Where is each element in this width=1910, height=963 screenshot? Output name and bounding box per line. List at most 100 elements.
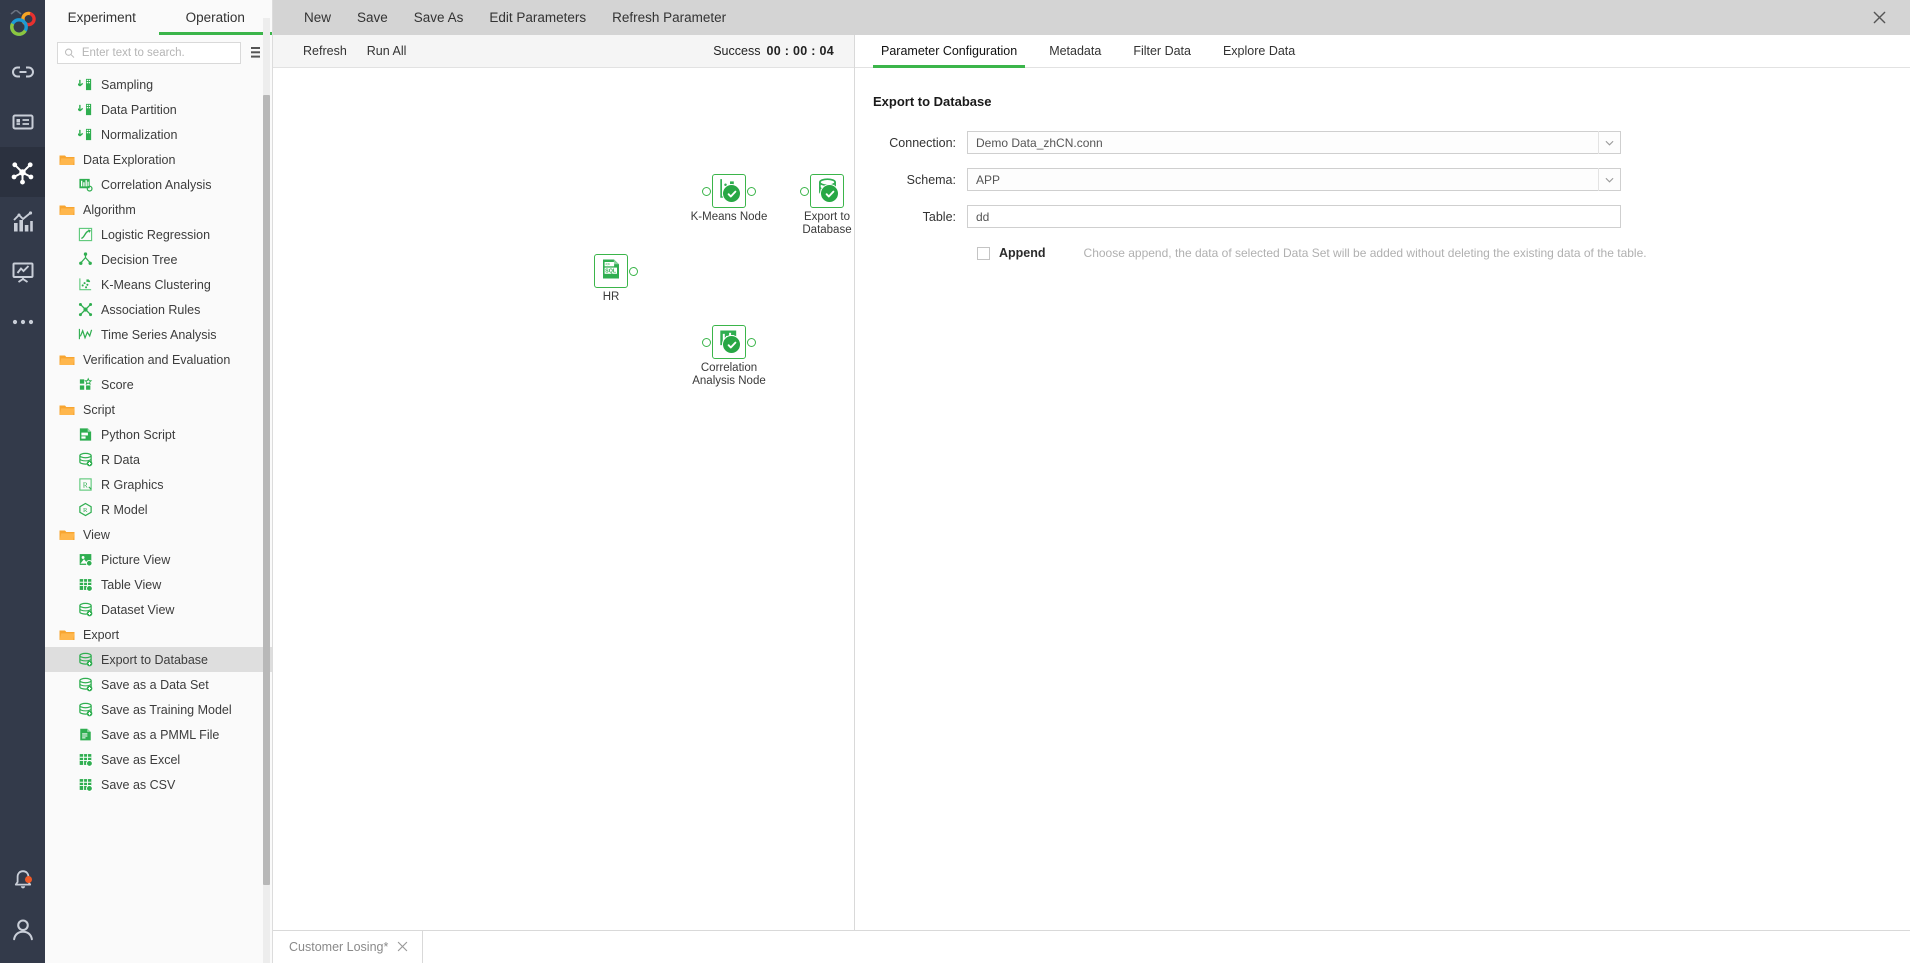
sidebar-item-logistic-regression[interactable]: Logistic Regression xyxy=(45,222,272,247)
connection-label: Connection: xyxy=(889,135,956,150)
sidebar-item-python-script[interactable]: Python Script xyxy=(45,422,272,447)
schema-value[interactable] xyxy=(974,171,1594,188)
rail-item-analytics[interactable] xyxy=(0,197,45,247)
menu-item-new[interactable]: New xyxy=(291,0,344,35)
picture-view-icon xyxy=(77,552,93,568)
tree-icon xyxy=(77,252,93,268)
tab-experiment-label: Experiment xyxy=(67,10,136,25)
sidebar-item-dataset-view[interactable]: Dataset View xyxy=(45,597,272,622)
sidebar-item-label: Export to Database xyxy=(101,652,209,667)
menu-item-edit-parameters[interactable]: Edit Parameters xyxy=(476,0,599,35)
chevron-down-icon[interactable] xyxy=(1598,131,1620,154)
sidebar-item-data-exploration[interactable]: Data Exploration xyxy=(45,147,272,172)
node-input-port[interactable] xyxy=(800,186,809,196)
sidebar-item-picture-view[interactable]: Picture View xyxy=(45,547,272,572)
run-status: Success 00 : 00 : 04 xyxy=(713,44,840,58)
node-output-port[interactable] xyxy=(747,337,756,347)
toolbar-run-all-button[interactable]: Run All xyxy=(357,44,417,58)
menu-item-save-as[interactable]: Save As xyxy=(401,0,477,35)
sidebar-item-table-view[interactable]: Table View xyxy=(45,572,272,597)
tab-operation[interactable]: Operation xyxy=(158,0,273,35)
connection-value[interactable] xyxy=(974,134,1594,151)
append-checkbox[interactable] xyxy=(977,246,990,260)
sidebar-item-sampling[interactable]: Sampling xyxy=(45,72,272,97)
sidebar-item-label: Save as Excel xyxy=(101,752,181,767)
rail-item-notifications[interactable] xyxy=(0,863,45,913)
node-output-port[interactable] xyxy=(629,266,638,276)
link-icon xyxy=(11,66,34,78)
filter-list-icon[interactable] xyxy=(249,44,265,62)
sidebar-item-view[interactable]: View xyxy=(45,522,272,547)
rail-item-connections[interactable] xyxy=(0,47,45,97)
sidebar-item-r-data[interactable]: R Data xyxy=(45,447,272,472)
node-box[interactable]: <> SQL xyxy=(594,254,628,288)
sidebar-item-export[interactable]: Export xyxy=(45,622,272,647)
sidebar-item-label: View xyxy=(83,527,110,542)
sidebar-item-label: Save as Training Model xyxy=(101,702,232,717)
folder-icon xyxy=(59,527,75,543)
table-value[interactable] xyxy=(974,208,1614,225)
sidebar-item-label: K-Means Clustering xyxy=(101,277,211,292)
sidebar-item-export-to-database[interactable]: Export to Database xyxy=(45,647,272,672)
tab-metadata[interactable]: Metadata xyxy=(1033,35,1117,67)
tab-explore-data[interactable]: Explore Data xyxy=(1207,35,1311,67)
kmeans-icon xyxy=(77,277,93,293)
sidebar-item-script[interactable]: Script xyxy=(45,397,272,422)
sidebar-item-save-as-excel[interactable]: Save as Excel xyxy=(45,747,272,772)
sidebar-item-label: Export xyxy=(83,627,120,642)
tab-parameter-configuration[interactable]: Parameter Configuration xyxy=(865,35,1033,68)
sidebar-item-data-partition[interactable]: Data Partition xyxy=(45,97,272,122)
experiment-canvas[interactable]: <> SQL HR K-Means Node Export to Database Cor… xyxy=(273,68,854,930)
sidebar-item-save-as-a-data-set[interactable]: Save as a Data Set xyxy=(45,672,272,697)
rail-item-more[interactable] xyxy=(0,297,45,347)
notification-badge-dot xyxy=(25,876,32,883)
connection-select[interactable] xyxy=(967,131,1621,154)
chevron-down-icon[interactable] xyxy=(1598,168,1620,191)
toolbar-refresh-button[interactable]: Refresh xyxy=(293,44,357,58)
node-output-port[interactable] xyxy=(747,186,756,196)
more-dots-icon xyxy=(12,319,33,325)
sidebar-item-algorithm[interactable]: Algorithm xyxy=(45,197,272,222)
rail-item-datasets[interactable] xyxy=(0,97,45,147)
menu-item-refresh-parameter[interactable]: Refresh Parameter xyxy=(599,0,739,35)
rail-item-mining[interactable] xyxy=(0,147,45,197)
sidebar-tabs: Experiment Operation xyxy=(45,0,272,35)
svg-text:<>: <> xyxy=(605,261,610,266)
tab-filter-data[interactable]: Filter Data xyxy=(1117,35,1207,67)
sidebar-item-correlation-analysis[interactable]: Correlation Analysis xyxy=(45,172,272,197)
sidebar-item-r-model[interactable]: R R Model xyxy=(45,497,272,522)
sidebar-item-label: Logistic Regression xyxy=(101,227,211,242)
page-title: Export to Database xyxy=(873,94,992,109)
sidebar-item-score[interactable]: Score xyxy=(45,372,272,397)
doc-tab-customer-losing[interactable]: Customer Losing* xyxy=(275,931,424,963)
menu-item-save[interactable]: Save xyxy=(344,0,401,35)
folder-icon xyxy=(59,152,75,168)
sidebar-item-time-series-analysis[interactable]: Time Series Analysis xyxy=(45,322,272,347)
rail-item-reports[interactable] xyxy=(0,247,45,297)
node-input-port[interactable] xyxy=(702,337,711,347)
tab-experiment[interactable]: Experiment xyxy=(45,0,159,35)
sidebar-item-label: Save as CSV xyxy=(101,777,176,792)
sidebar-item-save-as-a-pmml-file[interactable]: Save as a PMML File xyxy=(45,722,272,747)
rail-item-account[interactable] xyxy=(0,913,45,963)
sidebar-item-k-means-clustering[interactable]: K-Means Clustering xyxy=(45,272,272,297)
sidebar-item-save-as-csv[interactable]: Save as CSV xyxy=(45,772,272,797)
sidebar-item-label: Python Script xyxy=(101,427,176,442)
schema-select[interactable] xyxy=(967,168,1621,191)
sidebar-item-normalization[interactable]: Normalization xyxy=(45,122,272,147)
sidebar-item-association-rules[interactable]: Association Rules xyxy=(45,297,272,322)
close-icon[interactable] xyxy=(397,940,408,955)
canvas-toolbar: Refresh Run All Success 00 : 00 : 04 xyxy=(273,35,854,68)
sidebar-item-r-graphics[interactable]: R R Graphics xyxy=(45,472,272,497)
close-icon[interactable] xyxy=(1862,0,1896,35)
table-input[interactable] xyxy=(967,205,1621,228)
sidebar-scroll-thumb[interactable] xyxy=(263,95,270,885)
run-status-label: Success xyxy=(713,44,761,58)
sidebar-item-save-as-training-model[interactable]: Save as Training Model xyxy=(45,697,272,722)
search-box[interactable] xyxy=(57,41,241,64)
sidebar-item-decision-tree[interactable]: Decision Tree xyxy=(45,247,272,272)
node-input-port[interactable] xyxy=(702,186,711,196)
sidebar-search-row xyxy=(45,35,272,70)
sidebar-item-verification-and-evaluation[interactable]: Verification and Evaluation xyxy=(45,347,272,372)
search-input[interactable] xyxy=(79,45,234,60)
